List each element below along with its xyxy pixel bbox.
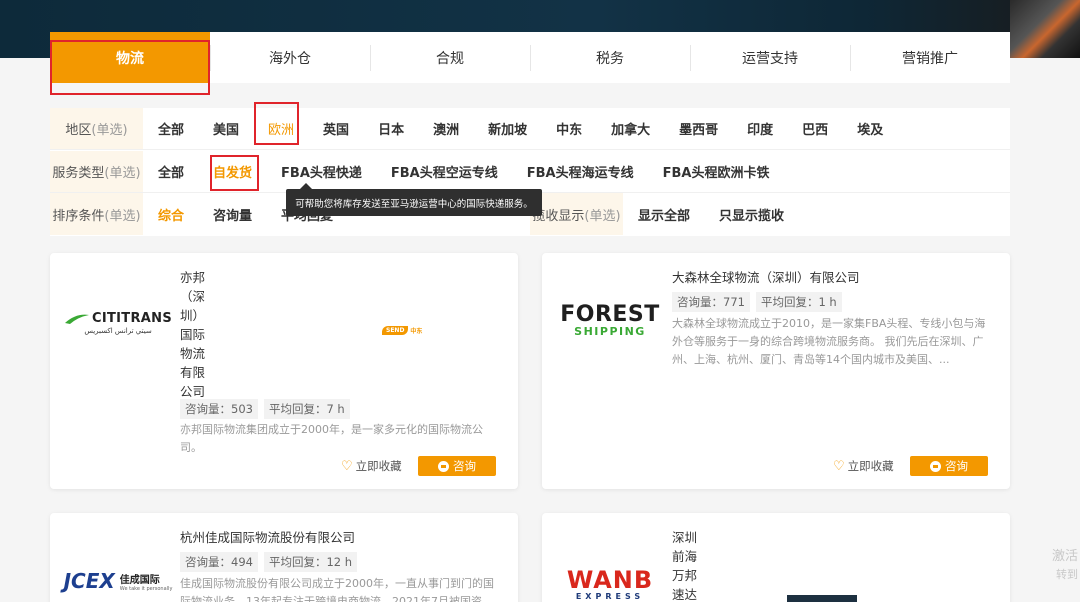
provider-description: 佳成国际物流股份有限公司成立于2000年，一直从事门到门的国际物流业务，13年起… [180,577,494,602]
tab-compliance[interactable]: 合规 [370,32,530,83]
service-option-fba-express[interactable]: FBA头程快递 [281,162,362,181]
provider-card[interactable]: JCEX 佳成国际 We take it personally 杭州佳成国际物流… [50,513,518,602]
filter-panel: 地区 (单选) 全部 美国 欧洲 英国 日本 澳洲 新加坡 中东 加拿大 墨西哥 … [50,108,1010,236]
card-image [787,595,857,602]
favorite-button[interactable]: ♡ 立即收藏 [833,458,894,474]
filter-label-service: 服务类型 (单选) [50,151,143,192]
display-option-pickup-only[interactable]: 只显示揽收 [719,205,784,224]
region-option-india[interactable]: 印度 [747,119,773,138]
filter-row-service: 服务类型 (单选) 全部 自发货 FBA头程快递 FBA头程空运专线 FBA头程海… [50,151,1010,193]
avg-reply: 平均回复：12 h [263,552,358,572]
tab-overseas-warehouse[interactable]: 海外仓 [210,32,370,83]
provider-description: 大森林全球物流成立于2010，是一家集FBA头程、专线小包与海外仓等服务于一身的… [672,317,986,366]
region-option-brazil[interactable]: 巴西 [802,119,828,138]
display-option-all[interactable]: 显示全部 [638,205,690,224]
display-options: 显示全部 只显示揽收 [623,193,798,235]
provider-logo: CITITRANS سيتي ترانس اكسبريس [58,293,178,353]
region-option-all[interactable]: 全部 [158,119,184,138]
avg-reply: 平均回复：1 h [755,292,842,312]
sort-option-overall[interactable]: 综合 [158,205,184,224]
consult-button[interactable]: 咨询 [910,456,988,476]
provider-logo: FOREST SHIPPING [560,302,660,338]
provider-name[interactable]: 深圳前海万邦速达 [672,528,702,602]
filter-label-display: 揽收显示 (单选) [530,193,623,235]
service-option-fba-air[interactable]: FBA头程空运专线 [391,162,498,181]
filter-label-sort: 排序条件 (单选) [50,193,143,235]
service-option-fba-rail[interactable]: FBA头程欧洲卡铁 [663,162,770,181]
provider-card[interactable]: WANB EXPRESS 深圳前海万邦速达 [542,513,1010,602]
provider-stats: 咨询量：494 平均回复：12 h [180,552,358,572]
inquiry-count: 咨询量：503 [180,399,258,419]
tab-tax[interactable]: 税务 [530,32,690,83]
service-option-all[interactable]: 全部 [158,162,184,181]
avg-reply: 平均回复：7 h [263,399,350,419]
sort-option-inquiries[interactable]: 咨询量 [213,205,252,224]
chat-icon [438,460,449,472]
highlight-box-tab [50,40,210,95]
provider-logo: JCEX 佳成国际 We take it personally [63,569,173,593]
region-option-middle-east[interactable]: 中东 [556,119,582,138]
region-option-japan[interactable]: 日本 [378,119,404,138]
region-option-canada[interactable]: 加拿大 [611,119,650,138]
provider-description: 亦邦国际物流集团成立于2000年，是一家多元化的国际物流公司。 [180,423,483,454]
activation-watermark-line2: 转到 [1056,568,1078,581]
provider-name[interactable]: 杭州佳成国际物流股份有限公司 [180,528,500,547]
provider-stats: 咨询量：771 平均回复：1 h [672,292,842,312]
chat-icon [930,460,941,472]
tab-operation-support[interactable]: 运营支持 [690,32,850,83]
banner-decoration [1010,0,1080,58]
provider-stats: 咨询量：503 平均回复：7 h [180,399,350,419]
region-badge: SEND 中东 [382,326,422,335]
region-option-us[interactable]: 美国 [213,119,239,138]
region-option-australia[interactable]: 澳洲 [433,119,459,138]
heart-icon: ♡ [341,458,353,474]
swoosh-icon [65,314,90,324]
region-option-mexico[interactable]: 墨西哥 [679,119,718,138]
highlight-box-service [210,155,259,191]
activation-watermark-line1: 激活 [1051,549,1078,564]
provider-card[interactable]: CITITRANS سيتي ترانس اكسبريس 亦邦（深圳）国际物流有… [50,253,518,489]
service-option-fba-sea[interactable]: FBA头程海运专线 [527,162,634,181]
filter-label-region: 地区 (单选) [50,108,143,149]
provider-name[interactable]: 大森林全球物流（深圳）有限公司 [672,268,992,287]
heart-icon: ♡ [833,458,845,474]
service-tooltip: 可帮助您将库存发送至亚马逊运营中心的国际快递服务。 [286,183,542,216]
provider-name[interactable]: 亦邦（深圳）国际物流有限公司 [180,268,210,401]
consult-button[interactable]: 咨询 [418,456,496,476]
tab-marketing[interactable]: 营销推广 [850,32,1010,83]
favorite-button[interactable]: ♡ 立即收藏 [341,458,402,474]
provider-card[interactable]: FOREST SHIPPING 大森林全球物流（深圳）有限公司 咨询量：771 … [542,253,1010,489]
provider-logo: WANB EXPRESS [566,566,654,601]
region-option-uk[interactable]: 英国 [323,119,349,138]
inquiry-count: 咨询量：771 [672,292,750,312]
highlight-box-region [254,102,299,145]
region-option-egypt[interactable]: 埃及 [857,119,883,138]
inquiry-count: 咨询量：494 [180,552,258,572]
region-option-singapore[interactable]: 新加坡 [488,119,527,138]
filter-row-region: 地区 (单选) 全部 美国 欧洲 英国 日本 澳洲 新加坡 中东 加拿大 墨西哥 … [50,108,1010,150]
